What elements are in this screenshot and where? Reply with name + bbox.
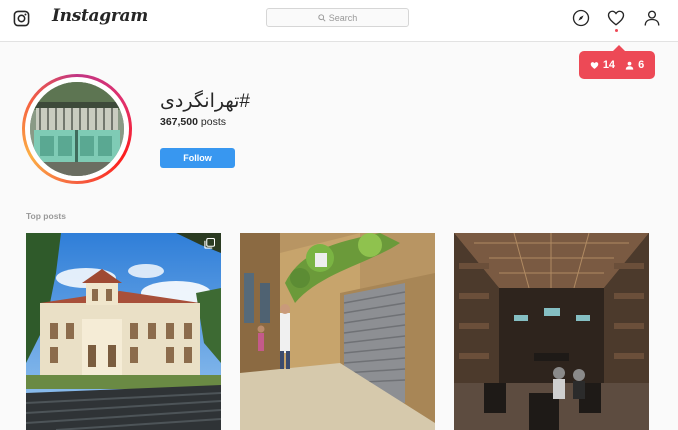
instagram-wordmark[interactable]: Instagram (52, 6, 148, 26)
follow-button[interactable]: Follow (160, 148, 235, 168)
search-icon (318, 13, 326, 22)
post-count: 367,500 posts (160, 116, 226, 128)
avatar-border (25, 77, 129, 181)
top-post-thumbnail[interactable] (26, 233, 221, 430)
top-posts-label: Top posts (26, 211, 66, 221)
avatar-illustration (30, 82, 124, 176)
multiple-photos-icon (204, 238, 215, 249)
explore-compass-icon[interactable] (572, 9, 590, 27)
top-post-thumbnail[interactable] (454, 233, 649, 430)
activity-indicator-dot (615, 29, 618, 32)
avatar-image-green-door (30, 82, 124, 176)
hashtag-avatar (22, 74, 132, 184)
activity-notification-popup[interactable]: 14 6 (579, 45, 655, 79)
post-image-alley (240, 233, 435, 430)
likes-count-group: 14 (590, 59, 615, 71)
search-placeholder: Search (328, 12, 358, 23)
hashtag-title: #تهرانگردی (160, 91, 250, 112)
activity-heart-icon[interactable] (607, 9, 625, 27)
heart-icon (590, 61, 599, 69)
post-image-library (454, 233, 649, 430)
likes-count: 14 (602, 59, 616, 71)
post-image-palace (26, 233, 221, 430)
follows-count-group: 6 (625, 59, 644, 71)
profile-person-icon[interactable] (643, 9, 661, 27)
top-navigation-bar: Instagram Search (0, 0, 678, 42)
person-icon (625, 61, 634, 70)
search-input[interactable]: Search (266, 8, 409, 27)
post-count-number: 367,500 (160, 116, 198, 128)
instagram-camera-icon[interactable] (13, 10, 30, 27)
post-count-suffix: posts (197, 116, 226, 128)
top-post-thumbnail[interactable] (240, 233, 435, 430)
follows-count: 6 (638, 59, 645, 71)
